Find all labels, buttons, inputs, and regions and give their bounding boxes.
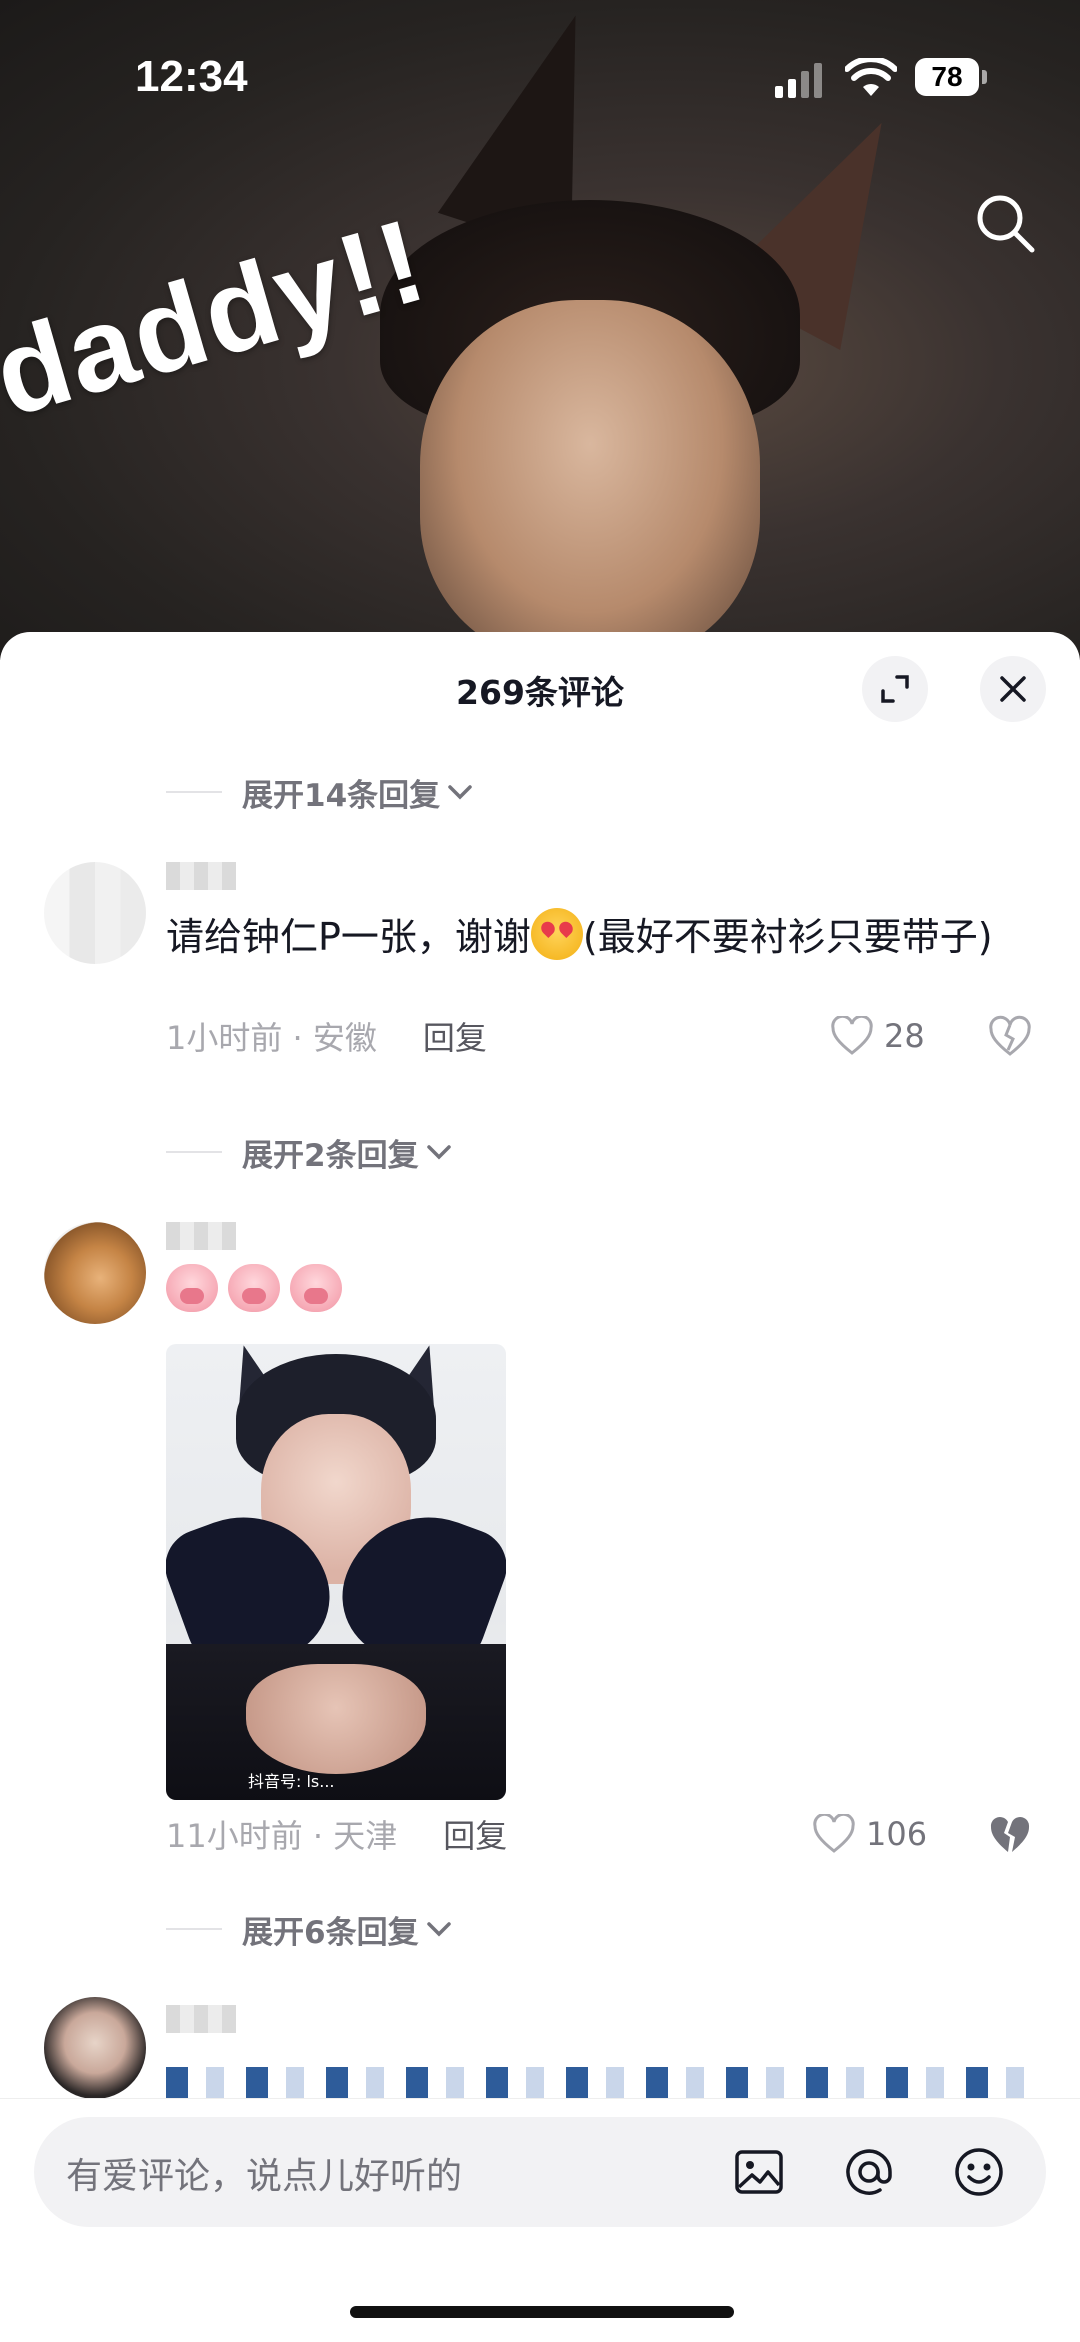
- divider-line: [166, 1928, 222, 1930]
- video-caption: daddy!!: [0, 193, 440, 443]
- comment-time-location: 1小时前 · 安徽: [166, 1019, 377, 1057]
- like-count: 106: [866, 1815, 928, 1853]
- commenter-username[interactable]: [166, 862, 236, 890]
- comment-meta: 11小时前 · 天津 回复: [166, 1812, 507, 1856]
- comments-header: 269条评论: [0, 632, 1080, 742]
- home-indicator[interactable]: [350, 2306, 734, 2318]
- divider-line: [166, 1151, 222, 1153]
- emoji-icon[interactable]: [952, 2145, 1006, 2199]
- expand-replies-button[interactable]: 展开2条回复: [166, 1127, 453, 1177]
- battery-indicator: 78: [915, 58, 989, 98]
- expand-replies-label: 展开6条回复: [242, 1914, 419, 1951]
- expand-replies-button[interactable]: 展开14条回复: [166, 767, 474, 817]
- pig-emoji: [290, 1264, 342, 1312]
- cellular-signal-icon: [775, 63, 822, 98]
- comment-text-part: 请给钟仁P一张，谢谢: [166, 915, 531, 959]
- comment-image[interactable]: 抖音号: ls...: [166, 1344, 506, 1800]
- expand-replies-label: 展开2条回复: [242, 1137, 419, 1174]
- image-icon[interactable]: [732, 2145, 786, 2199]
- divider-line: [166, 791, 222, 793]
- commenter-username[interactable]: [166, 1222, 236, 1250]
- commenter-avatar[interactable]: [44, 1997, 146, 2099]
- heart-outline-icon: [831, 1016, 873, 1055]
- image-watermark: 抖音号: ls...: [248, 1772, 335, 1791]
- status-bar: 12:34 78: [0, 0, 1080, 150]
- like-button[interactable]: 106: [812, 1812, 927, 1856]
- commenter-username[interactable]: [166, 2005, 236, 2033]
- comment-text: 请给钟仁P一张，谢谢 (最好不要衬衫只要带子): [166, 908, 1026, 963]
- close-icon: [1000, 676, 1026, 702]
- wifi-icon: [845, 58, 897, 96]
- comment-text-part: (最好不要衬衫只要带子): [582, 915, 993, 959]
- comment-input[interactable]: 有爱评论，说点儿好听的: [34, 2117, 1046, 2227]
- comment-meta: 1小时前 · 安徽 回复: [166, 1014, 487, 1058]
- chevron-down-icon: [448, 785, 472, 800]
- comment-input-placeholder: 有爱评论，说点儿好听的: [66, 2156, 463, 2197]
- comments-panel: 269条评论 展开14条回复 请给钟仁P一张，谢谢 (最好不要衬衫只要带子) 1…: [0, 632, 1080, 2341]
- pig-emoji: [166, 1264, 218, 1312]
- expand-panel-button[interactable]: [862, 656, 928, 722]
- reply-button[interactable]: 回复: [443, 1811, 507, 1857]
- like-button[interactable]: 28: [830, 1014, 925, 1058]
- expand-replies-button[interactable]: 展开6条回复: [166, 1904, 453, 1954]
- search-icon[interactable]: [970, 188, 1040, 258]
- commenter-avatar[interactable]: [44, 1222, 146, 1324]
- pig-emoji: [228, 1264, 280, 1312]
- broken-heart-filled-icon[interactable]: [988, 1812, 1032, 1856]
- chevron-down-icon: [426, 1922, 451, 1937]
- heart-outline-icon: [813, 1814, 855, 1853]
- broken-heart-outline-icon[interactable]: [988, 1014, 1032, 1058]
- reply-button[interactable]: 回复: [423, 1013, 487, 1059]
- status-time: 12:34: [135, 52, 248, 101]
- like-count: 28: [884, 1017, 925, 1055]
- battery-level: 78: [915, 58, 979, 96]
- chevron-down-icon: [426, 1145, 451, 1160]
- heart-eyes-emoji: [530, 908, 583, 960]
- close-panel-button[interactable]: [980, 656, 1046, 722]
- expand-replies-label: 展开14条回复: [242, 777, 441, 814]
- battery-nub: [982, 70, 987, 84]
- comment-time-location: 11小时前 · 天津: [166, 1817, 398, 1855]
- sticker-row: [166, 1264, 342, 1312]
- video-face: [420, 300, 760, 660]
- image-hands: [246, 1664, 426, 1774]
- expand-icon: [881, 675, 909, 703]
- commenter-avatar[interactable]: [44, 862, 146, 964]
- at-icon[interactable]: [842, 2145, 896, 2199]
